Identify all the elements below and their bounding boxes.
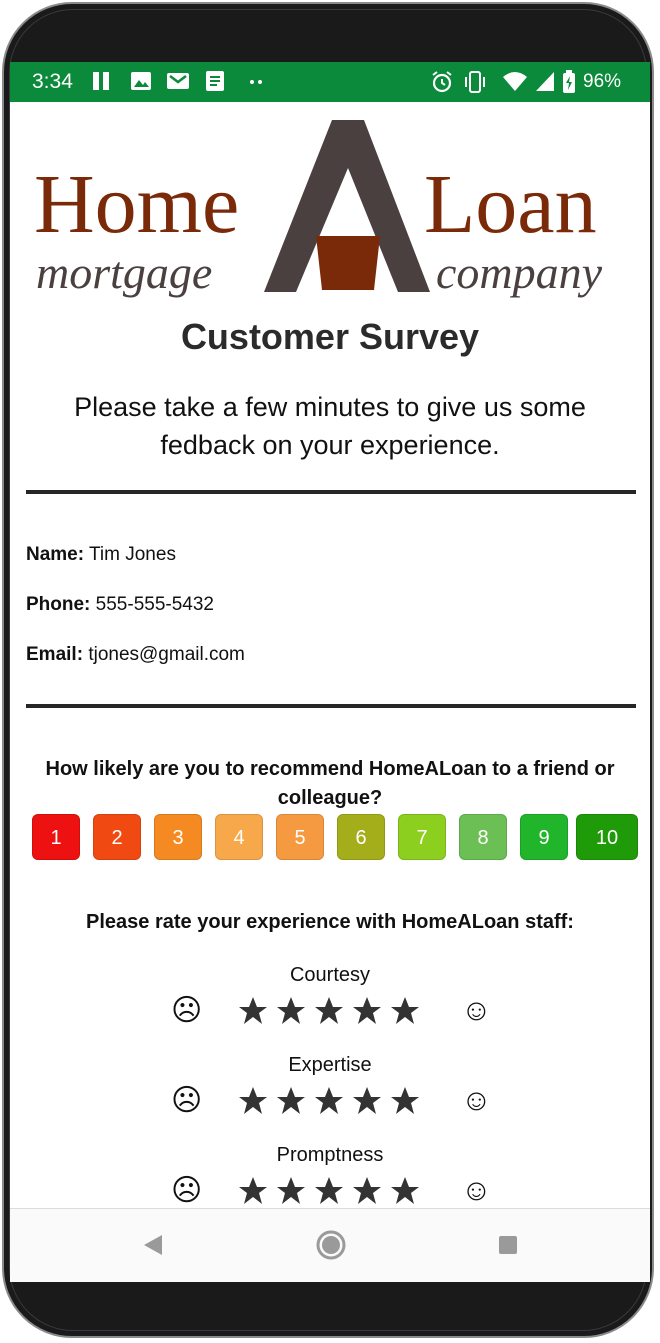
customer-email: Email: tjones@gmail.com (26, 644, 245, 666)
name-value: Tim Jones (89, 544, 176, 565)
navigation-bar (10, 1208, 650, 1282)
nps-option-7[interactable]: 7 (398, 814, 446, 860)
svg-text:Loan: Loan (424, 158, 597, 251)
star-icon[interactable] (238, 996, 268, 1026)
star-icon[interactable] (352, 1176, 382, 1206)
pause-icon (93, 72, 109, 90)
customer-phone: Phone: 555-555-5432 (26, 594, 214, 616)
nps-option-10[interactable]: 10 (576, 814, 638, 860)
star-icon[interactable] (314, 1176, 344, 1206)
star-rating-promptness[interactable] (238, 1176, 428, 1206)
svg-text:mortgage: mortgage (36, 247, 212, 298)
vibrate-icon (465, 71, 485, 93)
star-icon[interactable] (352, 1086, 382, 1116)
happy-face-icon[interactable]: ☺ (461, 1086, 492, 1116)
rating-label-courtesy: Courtesy (289, 964, 371, 986)
rating-label-promptness: Promptness (276, 1144, 384, 1166)
nps-option-9[interactable]: 9 (520, 814, 568, 860)
screen: 3:34 96% Home Loan mortgage company Cust… (10, 62, 650, 1282)
cell-signal-icon (536, 72, 554, 91)
star-icon[interactable] (314, 1086, 344, 1116)
star-icon[interactable] (390, 996, 420, 1026)
sad-face-icon[interactable]: ☹ (171, 996, 202, 1026)
nps-option-2[interactable]: 2 (93, 814, 141, 860)
nps-option-5[interactable]: 5 (276, 814, 324, 860)
divider (26, 490, 636, 494)
alarm-icon (432, 71, 452, 93)
email-value: tjones@gmail.com (88, 644, 245, 665)
status-bar: 3:34 96% (10, 62, 650, 102)
intro-text: Please take a few minutes to give us som… (74, 392, 586, 460)
nps-option-6[interactable]: 6 (337, 814, 385, 860)
phone-label: Phone: (26, 594, 91, 615)
home-circle-icon[interactable] (315, 1229, 347, 1261)
star-icon[interactable] (352, 996, 382, 1026)
star-icon[interactable] (276, 1086, 306, 1116)
happy-face-icon[interactable]: ☺ (461, 1176, 492, 1206)
sad-face-icon[interactable]: ☹ (171, 1086, 202, 1116)
star-rating-expertise[interactable] (238, 1086, 428, 1116)
star-rating-courtesy[interactable] (238, 996, 428, 1026)
star-icon[interactable] (276, 1176, 306, 1206)
staff-rating-question: Please rate your experience with HomeALo… (86, 911, 574, 933)
sad-face-icon[interactable]: ☹ (171, 1176, 202, 1206)
email-label: Email: (26, 644, 84, 665)
page-title: Customer Survey (180, 316, 480, 357)
battery-charging-icon (563, 70, 575, 93)
battery-percent: 96% (583, 71, 622, 92)
more-dots-icon (250, 80, 262, 84)
nps-option-8[interactable]: 8 (459, 814, 507, 860)
gmail-icon (167, 73, 189, 89)
divider (26, 704, 636, 708)
nps-option-4[interactable]: 4 (215, 814, 263, 860)
star-icon[interactable] (276, 996, 306, 1026)
star-icon[interactable] (238, 1176, 268, 1206)
star-icon[interactable] (390, 1176, 420, 1206)
nps-option-1[interactable]: 1 (32, 814, 80, 860)
star-icon[interactable] (314, 996, 344, 1026)
phone-value: 555-555-5432 (95, 594, 214, 615)
wifi-icon (503, 72, 527, 91)
star-icon[interactable] (390, 1086, 420, 1116)
name-label: Name: (26, 544, 85, 565)
star-icon[interactable] (238, 1086, 268, 1116)
happy-face-icon[interactable]: ☺ (461, 996, 492, 1026)
recents-square-icon[interactable] (498, 1235, 518, 1255)
company-logo: Home Loan mortgage company (32, 120, 632, 304)
document-icon (206, 71, 224, 91)
status-time: 3:34 (32, 70, 73, 93)
svg-text:company: company (436, 247, 603, 298)
nps-option-3[interactable]: 3 (154, 814, 202, 860)
svg-text:Home: Home (34, 158, 239, 251)
back-triangle-icon[interactable] (142, 1233, 164, 1257)
rating-label-expertise: Expertise (288, 1054, 372, 1076)
image-icon (131, 72, 151, 90)
customer-name: Name: Tim Jones (26, 544, 176, 566)
recommend-question: How likely are you to recommend HomeALoa… (45, 758, 615, 809)
